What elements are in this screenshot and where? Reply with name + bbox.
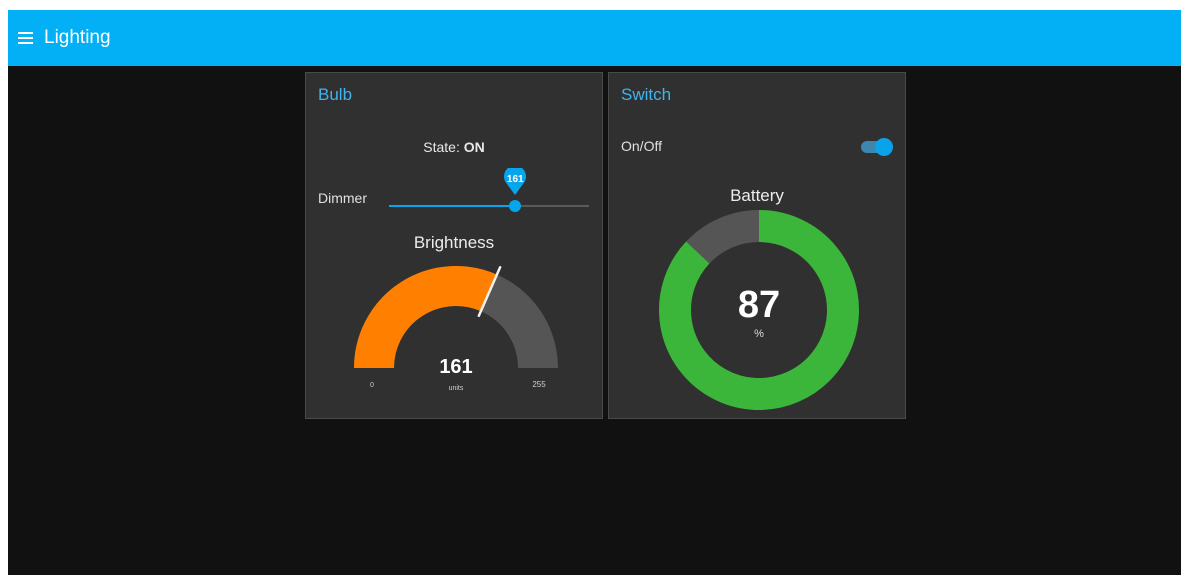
battery-units: %: [754, 328, 764, 340]
dashboard: Lighting Bulb State: ON Dimmer 161 Brigh…: [8, 10, 1181, 575]
brightness-gauge: 161 units 0 255: [354, 265, 558, 392]
page-title: Lighting: [44, 27, 111, 48]
gauge-min-label: 0: [370, 382, 374, 389]
battery-value: 87: [738, 284, 780, 326]
battery-donut: 87 %: [659, 210, 859, 410]
gauge-max-label: 255: [532, 380, 546, 389]
donut-empty-arc: [686, 210, 760, 264]
bulb-card: Bulb State: ON Dimmer 161 Brightness 161…: [305, 72, 603, 419]
gauge-units: units: [449, 385, 464, 392]
switch-card: Switch On/Off Battery 87 %: [608, 72, 906, 419]
menu-icon[interactable]: [18, 29, 40, 47]
gauge-value: 161: [439, 356, 472, 378]
header-bar: Lighting: [8, 10, 1181, 66]
